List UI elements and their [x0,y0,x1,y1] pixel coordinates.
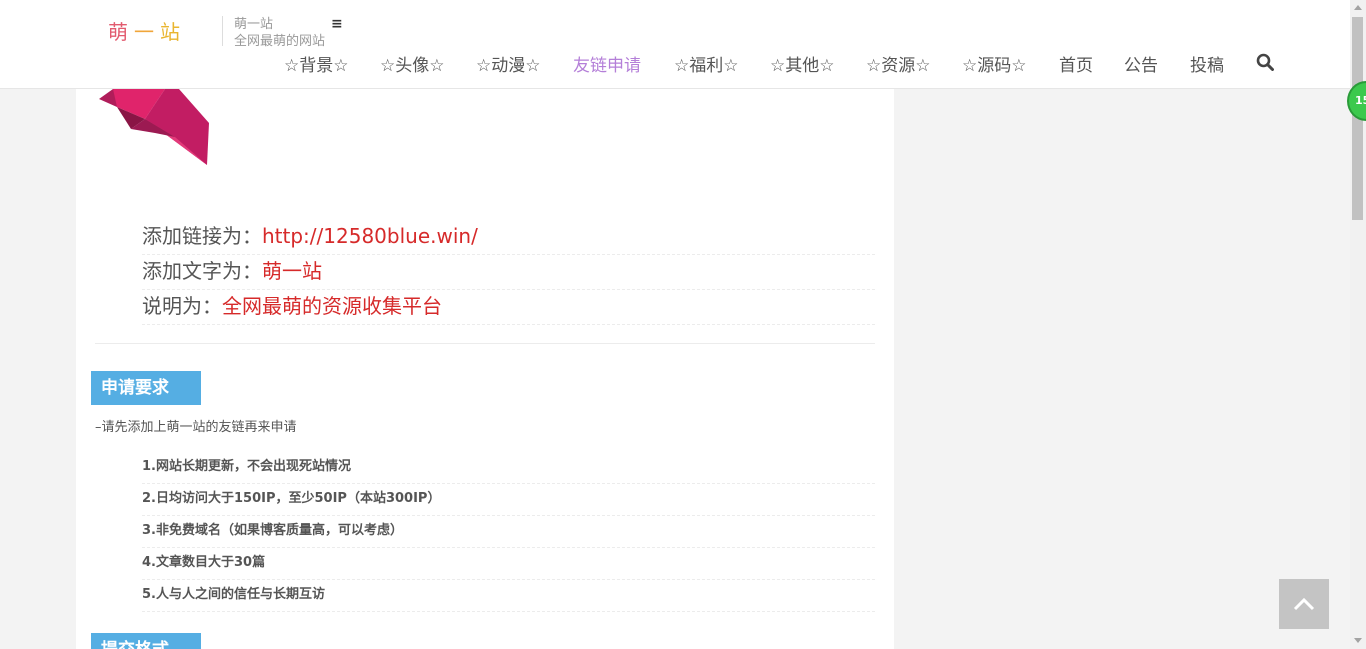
requirements-note: –请先添加上萌一站的友链再来申请 [95,420,297,435]
logo-char: 一 [134,20,160,44]
info-label: 添加链接为： [142,224,262,248]
info-value-link[interactable]: http://12580blue.win/ [262,224,478,248]
requirement-item: 4.文章数目大于30篇 [142,548,875,580]
site-header: 萌一站 萌一站 全网最萌的网站 ≡ ☆背景☆ ☆头像☆ ☆动漫☆ 友链申请 ☆福… [0,0,1350,89]
divider [95,343,875,344]
info-value-desc: 全网最萌的资源收集平台 [222,294,442,318]
site-title: 萌一站 [234,17,274,32]
hamburger-icon[interactable]: ≡ [331,16,343,32]
nav-item-anime[interactable]: ☆动漫☆ [476,51,540,76]
logo-char: 萌 [108,20,134,44]
nav-item-welfare[interactable]: ☆福利☆ [674,51,738,76]
info-link-line: 添加链接为：http://12580blue.win/ [142,220,875,255]
origami-bird-image [99,89,209,165]
search-icon[interactable] [1256,53,1274,71]
nav-item-submit[interactable]: 投稿 [1190,51,1224,76]
requirement-item: 5.人与人之间的信任与长期互访 [142,580,875,612]
nav-item-resources[interactable]: ☆资源☆ [866,51,930,76]
info-label: 说明为： [142,294,222,318]
site-subtitle: 全网最萌的网站 [234,34,326,49]
chevron-up-icon [1293,597,1315,611]
nav-item-source[interactable]: ☆源码☆ [962,51,1026,76]
info-desc-line: 说明为：全网最萌的资源收集平台 [142,290,875,325]
scroll-up-arrow[interactable] [1354,5,1362,10]
scroll-down-arrow[interactable] [1354,638,1362,643]
info-label: 添加文字为： [142,259,262,283]
logo-divider [222,16,223,46]
nav-item-other[interactable]: ☆其他☆ [770,51,834,76]
nav-item-friend-links[interactable]: 友链申请 [573,51,641,76]
nav-item-home[interactable]: 首页 [1059,51,1093,76]
site-logo[interactable]: 萌一站 [108,16,186,45]
back-to-top-button[interactable] [1279,579,1329,629]
logo-char: 站 [160,20,186,44]
nav-item-notice[interactable]: 公告 [1124,51,1158,76]
nav-item-background[interactable]: ☆背景☆ [284,51,348,76]
requirement-item: 1.网站长期更新，不会出现死站情况 [142,452,875,484]
info-text-line: 添加文字为：萌一站 [142,255,875,290]
requirement-item: 3.非免费域名（如果博客质量高，可以考虑） [142,516,875,548]
info-value-text: 萌一站 [262,259,322,283]
section-title-format: 提交格式 [91,633,201,649]
nav-item-avatar[interactable]: ☆头像☆ [380,51,444,76]
site-title-block[interactable]: 萌一站 全网最萌的网站 [234,16,325,50]
requirement-item: 2.日均访问大于150IP，至少50IP（本站300IP） [142,484,875,516]
section-title-requirements: 申请要求 [91,371,201,405]
